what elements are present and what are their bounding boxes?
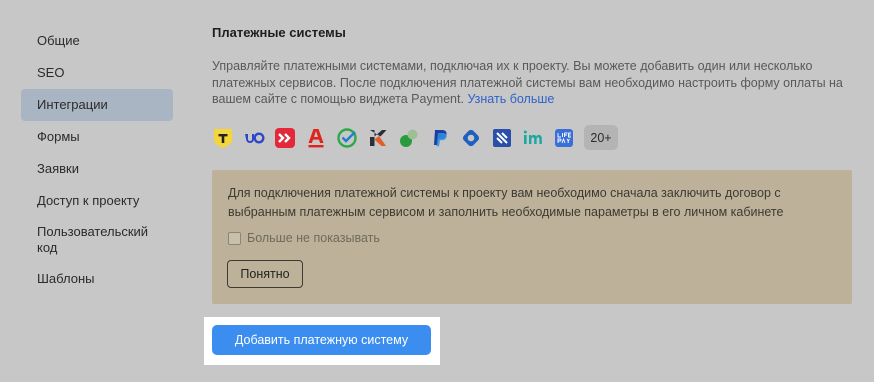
sidebar-item-project-access[interactable]: Доступ к проекту [21,185,173,217]
im-logo-icon [522,127,544,149]
learn-more-link[interactable]: Узнать больше [467,92,554,106]
dont-show-again-checkbox[interactable] [228,231,241,245]
green-bubbles-logo-icon [398,127,420,149]
notice-text: Для подключения платежной системы к прое… [228,186,784,219]
prodamus-logo-icon [274,127,296,149]
got-it-button[interactable]: Понятно [227,260,303,288]
dont-show-again-label: Больше не показывать [247,231,380,245]
sberbank-logo-icon [336,127,358,149]
robokassa-logo-icon [491,127,513,149]
dont-show-again-row[interactable]: Больше не показывать [228,231,380,245]
more-systems-badge[interactable]: 20+ [584,125,618,150]
diamond-pay-logo-icon [460,127,482,149]
payment-systems-section: Платежные системы Управляйте платежными … [212,24,852,108]
paypal-logo-icon [429,127,451,149]
sidebar-item-requests[interactable]: Заявки [21,153,173,185]
yoomoney-logo-icon [243,127,265,149]
contract-notice: Для подключения платежной системы к прое… [212,170,852,304]
sidebar-item-integrations[interactable]: Интеграции [21,89,173,121]
alfabank-logo-icon [305,127,327,149]
sidebar-item-seo[interactable]: SEO [21,57,173,89]
section-description: Управляйте платежными системами, подключ… [212,58,852,108]
sidebar-item-templates[interactable]: Шаблоны [21,263,173,295]
sidebar-item-general[interactable]: Общие [21,25,173,57]
add-payment-system-button[interactable]: Добавить платежную систему [212,325,431,355]
sidebar-item-custom-code[interactable]: Пользовательский код [21,217,173,263]
payment-logos-row: 20+ [212,125,618,150]
settings-sidebar: Общие SEO Интеграции Формы Заявки Доступ… [21,25,173,295]
section-title: Платежные системы [212,25,346,40]
life-pay-logo-icon [553,127,575,149]
tinkoff-logo-icon [212,127,234,149]
sidebar-item-forms[interactable]: Формы [21,121,173,153]
add-payment-highlight: Добавить платежную систему [204,317,440,365]
cloudpayments-logo-icon [367,127,389,149]
